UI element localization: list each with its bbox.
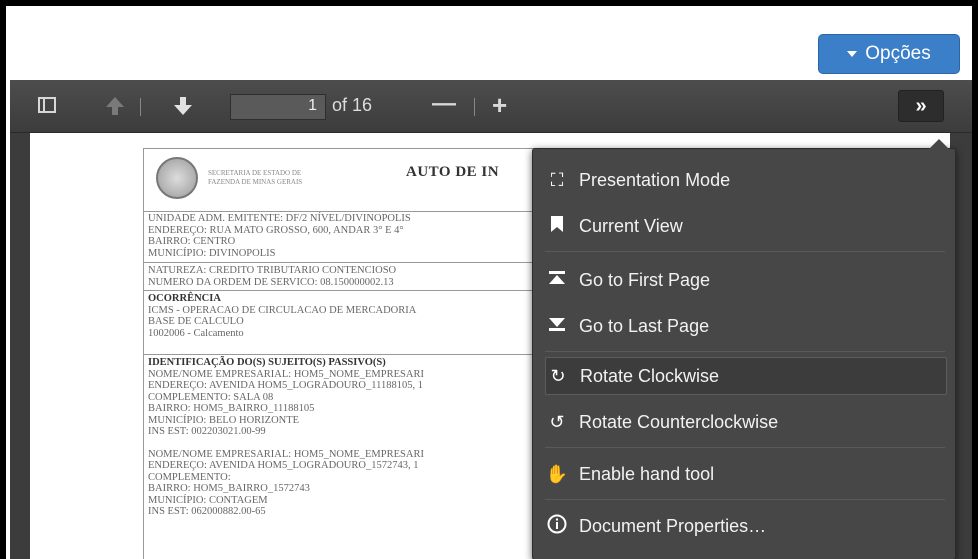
rotate-ccw-icon: ↺ [549,411,565,432]
tools-toggle-button[interactable]: » [898,90,944,122]
text-line: 1002006 - Calcamento [148,327,244,339]
document-title: AUTO DE IN [406,164,500,180]
options-label: Opções [865,43,931,64]
menu-item-label: Rotate Counterclockwise [579,411,779,432]
text-line: INS EST: 002203021.00-99 [148,426,266,437]
page-number-input[interactable]: 1 [230,94,326,120]
menu-divider [545,499,945,500]
text-line: UNIDADE ADM. EMITENTE: DF/2 NÍVEL/DIVINO… [148,213,411,224]
menu-item-last-page[interactable]: Go to Last Page [545,307,945,345]
hand-icon: ✋ [545,463,569,484]
menu-item-first-page[interactable]: Go to First Page [545,261,945,299]
menu-item-document-properties[interactable]: Document Properties… [545,507,945,545]
menu-item-label: Current View [579,215,683,236]
state-seal-icon [156,157,198,199]
menu-divider [545,351,945,352]
text-line: BASE DE CALCULO [148,316,244,327]
menu-item-rotate-counterclockwise[interactable]: ↺ Rotate Counterclockwise [545,403,945,441]
secretaria-label: SECRETARIA DE ESTADO DE FAZENDA DE MINAS… [208,169,302,187]
secretaria-line: SECRETARIA DE ESTADO DE [208,169,302,177]
menu-item-label: Presentation Mode [579,169,731,190]
caret-down-icon [847,51,858,57]
text-line: ENDEREÇO: AVENIDA HOM5_LOGRADOURO_157274… [148,460,419,471]
previous-page-icon[interactable] [104,95,126,117]
occurrence-block: OCORRÊNCIA ICMS - OPERACAO DE CIRCULACAO… [143,291,563,355]
secretaria-line: FAZENDA DE MINAS GERAIS [208,178,303,186]
text-line: NOME/NOME EMPRESARIAL: HOM5_NOME_EMPRESA… [148,368,424,380]
info-icon [545,514,569,539]
text-line: INS EST: 062000882.00-65 [148,506,266,517]
menu-item-hand-tool[interactable]: ✋ Enable hand tool [545,455,945,493]
options-dropdown-button[interactable]: Opções [818,34,960,74]
text-line: ENDEREÇO: AVENIDA HOM5_LOGRADOURO_111881… [148,380,423,391]
section-title: OCORRÊNCIA [148,293,221,304]
text-line: ENDEREÇO: RUA MATO GROSSO, 600, ANDAR 3°… [148,224,404,236]
first-page-icon [545,270,569,291]
toolbar-divider [474,98,475,116]
tools-menu: ⛶ Presentation Mode Current View Go to F… [532,139,956,559]
menu-item-label: Rotate Clockwise [580,365,720,386]
text-line: BAIRRO: CENTRO [148,236,236,247]
zoom-out-button[interactable]: — [432,90,456,118]
menu-item-current-view[interactable]: Current View [545,207,945,245]
text-line: NUMERO DA ORDEM DE SERVICO: 08.150000002… [148,276,394,288]
menu-divider [545,447,945,448]
menu-item-rotate-clockwise[interactable]: ↻ Rotate Clockwise [545,357,947,395]
pdf-toolbar: 1 of 16 — + » [10,80,972,133]
rotate-cw-icon: ↻ [550,365,566,386]
nature-block: NATUREZA: CREDITO TRIBUTARIO CONTENCIOSO… [143,263,563,291]
text-line: BAIRRO: HOM5_BAIRRO_11188105 [148,403,315,414]
text-line: MUNICÍPIO: CONTAGEM [148,494,268,506]
menu-item-label: Enable hand tool [579,463,715,484]
text-line: NATUREZA: CREDITO TRIBUTARIO CONTENCIOSO [148,265,397,276]
text-line: ICMS - OPERACAO DE CIRCULACAO DE MERCADO… [148,304,417,316]
next-page-icon[interactable] [172,95,194,117]
section-title: IDENTIFICAÇÃO DO(S) SUJEITO(S) PASSIVO(S… [148,357,386,368]
taxpayer-block: IDENTIFICAÇÃO DO(S) SUJEITO(S) PASSIVO(S… [143,355,563,559]
bookmark-icon [545,215,569,238]
menu-item-label: Go to First Page [579,269,711,290]
text-line: COMPLEMENTO: [148,471,231,483]
menu-item-presentation-mode[interactable]: ⛶ Presentation Mode [545,161,945,199]
last-page-icon [545,316,569,337]
app-window: Opções 1 of 16 — + » SECRETARIA DE ESTAD… [6,6,972,559]
presentation-icon: ⛶ [550,169,564,190]
text-line: MUNICÍPIO: BELO HORIZONTE [148,414,300,426]
menu-item-label: Go to Last Page [579,315,710,336]
text-line: NOME/NOME EMPRESARIAL: HOM5_NOME_EMPRESA… [148,448,424,460]
text-line: BAIRRO: HOM5_BAIRRO_1572743 [148,483,310,494]
zoom-in-button[interactable]: + [492,90,507,121]
toolbar-divider [140,98,141,116]
sidebar-toggle-icon[interactable] [38,97,56,113]
unit-block: UNIDADE ADM. EMITENTE: DF/2 NÍVEL/DIVINO… [143,211,563,263]
text-line: COMPLEMENTO: SALA 08 [148,391,274,403]
page-count: of 16 [332,95,373,115]
menu-divider [545,251,945,252]
menu-item-label: Document Properties… [579,515,767,536]
document-header: SECRETARIA DE ESTADO DE FAZENDA DE MINAS… [143,148,565,212]
text-line: MUNICÍPIO: DIVINOPOLIS [148,247,276,259]
